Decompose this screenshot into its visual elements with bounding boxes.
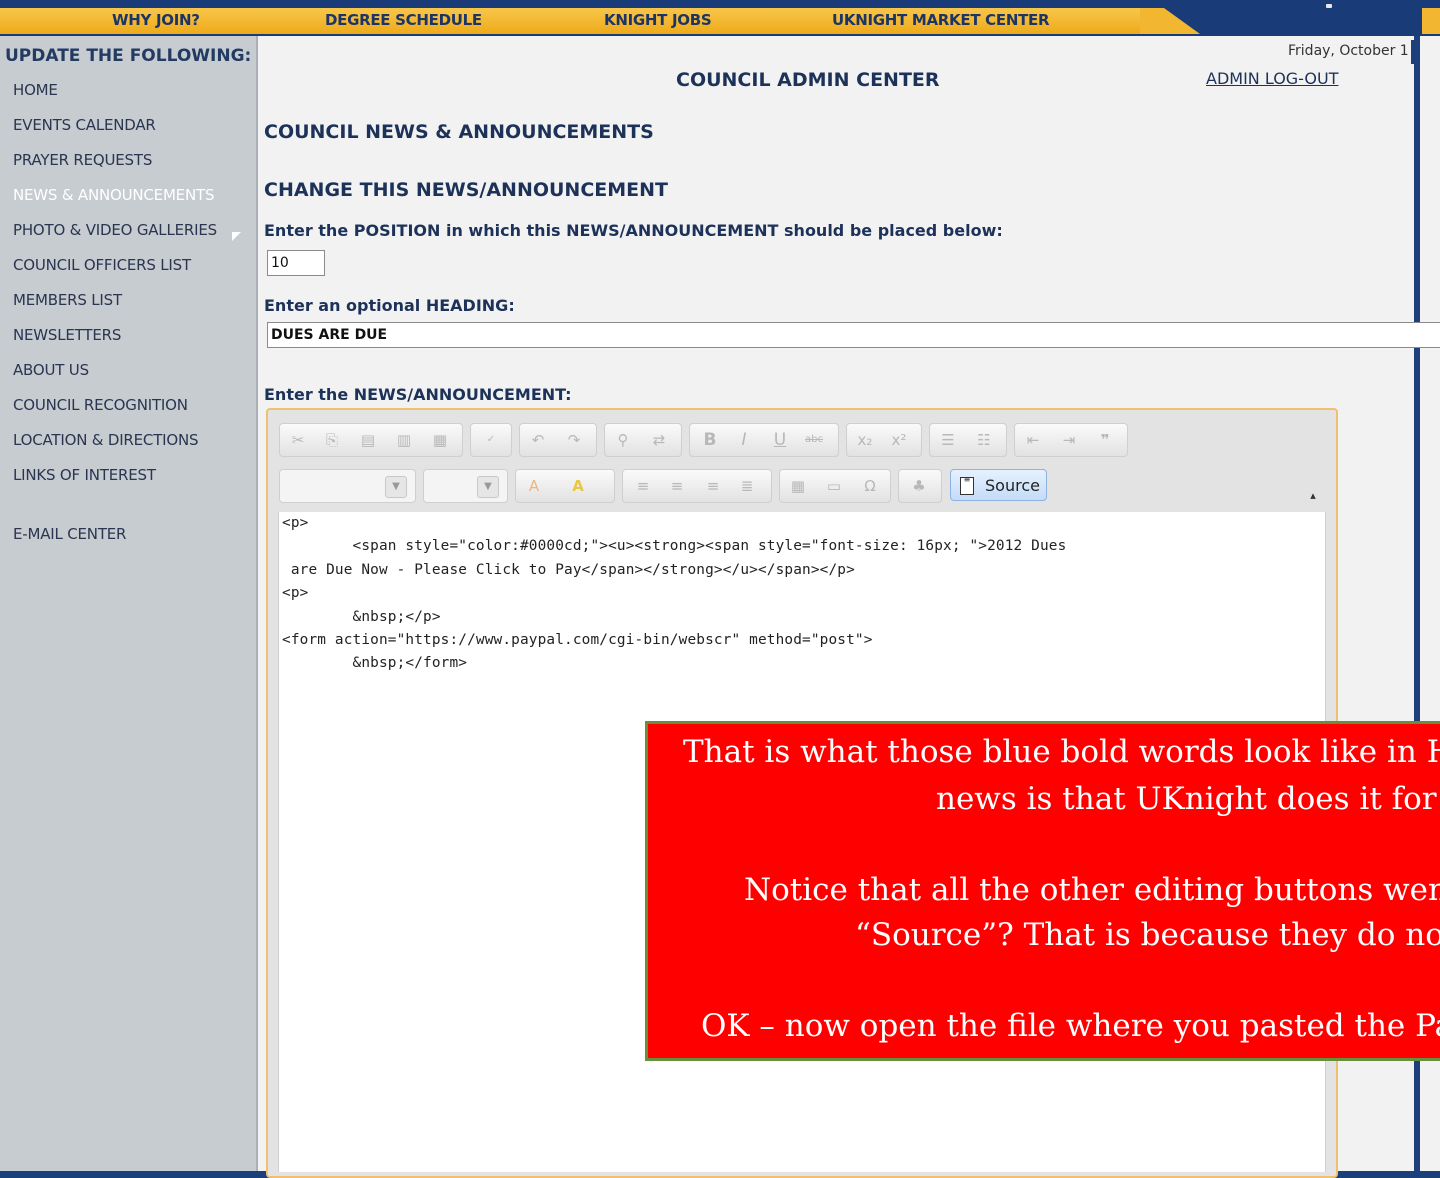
source-button[interactable]: ≡ Source [950, 469, 1047, 501]
sidebar-item-location-directions[interactable]: LOCATION & DIRECTIONS [13, 431, 199, 449]
spellcheck-user-icon[interactable]: ♣ [909, 476, 929, 496]
heading-label: Enter an optional HEADING: [264, 296, 515, 315]
callout-line: OK – now open the file where you pasted … [701, 1008, 1440, 1044]
sidebar-heading: UPDATE THE FOLLOWING: [5, 46, 252, 66]
numbered-list-icon[interactable]: ☰ [938, 430, 958, 450]
undo-icon[interactable]: ↶ [528, 430, 548, 450]
bold-icon[interactable]: B [700, 430, 720, 450]
paste-text-icon[interactable]: ▥ [394, 430, 414, 450]
spellcheck-group: ✓ [470, 423, 512, 457]
nav-knight-jobs[interactable]: KNIGHT JOBS [604, 8, 712, 32]
sidebar-item-council-recognition[interactable]: COUNCIL RECOGNITION [13, 396, 188, 414]
code-line: <p> [282, 515, 309, 531]
replace-icon[interactable]: ⇄ [649, 430, 669, 450]
sidebar-item-links-of-interest[interactable]: LINKS OF INTEREST [13, 466, 156, 484]
spellcheck-icon[interactable]: ✓ [481, 430, 501, 450]
paste-icon[interactable]: ▤ [358, 430, 378, 450]
nav-indicator-icon [1326, 4, 1332, 8]
chevron-down-icon[interactable]: ▼ [477, 476, 499, 498]
format-group: B I U abc [689, 423, 839, 457]
code-line: are Due Now - Please Click to Pay</span>… [282, 562, 855, 578]
heading-input[interactable] [267, 322, 1440, 348]
nav-bar-tail [1140, 8, 1200, 34]
sidebar-item-news-announcements[interactable]: NEWS & ANNOUNCEMENTS [13, 186, 214, 204]
chevron-down-icon[interactable]: ▼ [385, 476, 407, 498]
undo-group: ↶ ↷ [519, 423, 597, 457]
blockquote-icon[interactable]: ❞ [1095, 430, 1115, 450]
position-input[interactable] [267, 250, 325, 276]
font-color-icon[interactable]: A [524, 476, 544, 496]
outdent-icon[interactable]: ⇤ [1023, 430, 1043, 450]
font-size-select[interactable]: ▼ [423, 469, 508, 503]
italic-icon[interactable]: I [734, 430, 754, 450]
active-arrow-icon [232, 232, 241, 241]
position-label: Enter the POSITION in which this NEWS/AN… [264, 221, 1003, 240]
callout-line: “Source”? That is because they do not wo [855, 917, 1440, 953]
date-divider [1411, 40, 1417, 64]
color-group: A A [515, 469, 615, 503]
source-icon: ≡ [960, 476, 974, 495]
underline-icon[interactable]: U [770, 430, 790, 450]
nav-degree-schedule[interactable]: DEGREE SCHEDULE [325, 8, 482, 32]
nav-why-join[interactable]: WHY JOIN? [112, 8, 200, 32]
subscript-icon[interactable]: x₂ [855, 430, 875, 450]
copy-icon[interactable]: ⎘ [322, 430, 342, 450]
align-left-icon[interactable]: ≡ [633, 476, 653, 496]
hr-icon[interactable]: ▭ [824, 476, 844, 496]
superscript-icon[interactable]: x² [889, 430, 909, 450]
section-title: COUNCIL NEWS & ANNOUNCEMENTS [264, 121, 654, 143]
code-line: &nbsp;</p> [282, 609, 441, 625]
format-select[interactable]: ▼ [279, 469, 416, 503]
code-line: <p> [282, 585, 309, 601]
callout-line: news is that UKnight does it for y [936, 781, 1440, 817]
nav-bar-right [1422, 8, 1440, 34]
sidebar: UPDATE THE FOLLOWING: HOME EVENTS CALEND… [0, 36, 258, 1171]
align-right-icon[interactable]: ≡ [703, 476, 723, 496]
justify-icon[interactable]: ≣ [737, 476, 757, 496]
top-nav: WHY JOIN? DEGREE SCHEDULE KNIGHT JOBS UK… [0, 0, 1440, 36]
sidebar-item-email-center[interactable]: E-MAIL CENTER [13, 525, 126, 543]
sidebar-item-officers-list[interactable]: COUNCIL OFFICERS LIST [13, 256, 191, 274]
sidebar-item-prayer-requests[interactable]: PRAYER REQUESTS [13, 151, 152, 169]
special-char-icon[interactable]: Ω [860, 476, 880, 496]
list-group: ☰ ☷ [929, 423, 1007, 457]
sidebar-item-about-us[interactable]: ABOUT US [13, 361, 89, 379]
redo-icon[interactable]: ↷ [564, 430, 584, 450]
script-group: x₂ x² [846, 423, 922, 457]
code-line: &nbsp;</form> [282, 655, 468, 671]
table-icon[interactable]: ▦ [788, 476, 808, 496]
bullet-list-icon[interactable]: ☷ [974, 430, 994, 450]
admin-logout-link[interactable]: ADMIN LOG-OUT [1206, 69, 1338, 88]
align-center-icon[interactable]: ≡ [667, 476, 687, 496]
clipboard-group: ✂ ⎘ ▤ ▥ ▦ [279, 423, 463, 457]
page-title: COUNCIL ADMIN CENTER [676, 69, 940, 91]
sidebar-item-home[interactable]: HOME [13, 81, 58, 99]
strike-icon[interactable]: abc [804, 430, 824, 450]
subsection-title: CHANGE THIS NEWS/ANNOUNCEMENT [264, 179, 668, 201]
bg-color-icon[interactable]: A [568, 476, 588, 496]
collapse-toolbar-icon[interactable]: ▴ [1305, 487, 1321, 505]
sidebar-item-photo-video[interactable]: PHOTO & VIDEO GALLERIES [13, 221, 217, 239]
callout-line: That is what those blue bold words look … [683, 734, 1440, 770]
current-date: Friday, October 1 [1288, 43, 1409, 59]
cut-icon[interactable]: ✂ [288, 430, 308, 450]
find-group: ⚲ ⇄ [604, 423, 682, 457]
code-line: <span style="color:#0000cd;"><u><strong>… [282, 538, 1067, 554]
source-label: Source [985, 476, 1040, 495]
insert-group: ▦ ▭ Ω [779, 469, 891, 503]
annotation-callout: That is what those blue bold words look … [645, 721, 1440, 1061]
sidebar-item-members-list[interactable]: MEMBERS LIST [13, 291, 122, 309]
spellcheck-user-group: ♣ [898, 469, 942, 503]
sidebar-item-events-calendar[interactable]: EVENTS CALENDAR [13, 116, 156, 134]
callout-line: Notice that all the other editing button… [744, 872, 1440, 908]
align-group: ≡ ≡ ≡ ≣ [622, 469, 772, 503]
indent-group: ⇤ ⇥ ❞ [1014, 423, 1128, 457]
nav-market-center[interactable]: UKNIGHT MARKET CENTER [832, 8, 1050, 32]
code-line: <form action="https://www.paypal.com/cgi… [282, 632, 873, 648]
sidebar-item-newsletters[interactable]: NEWSLETTERS [13, 326, 121, 344]
find-icon[interactable]: ⚲ [613, 430, 633, 450]
announcement-label: Enter the NEWS/ANNOUNCEMENT: [264, 385, 572, 404]
paste-word-icon[interactable]: ▦ [430, 430, 450, 450]
indent-icon[interactable]: ⇥ [1059, 430, 1079, 450]
